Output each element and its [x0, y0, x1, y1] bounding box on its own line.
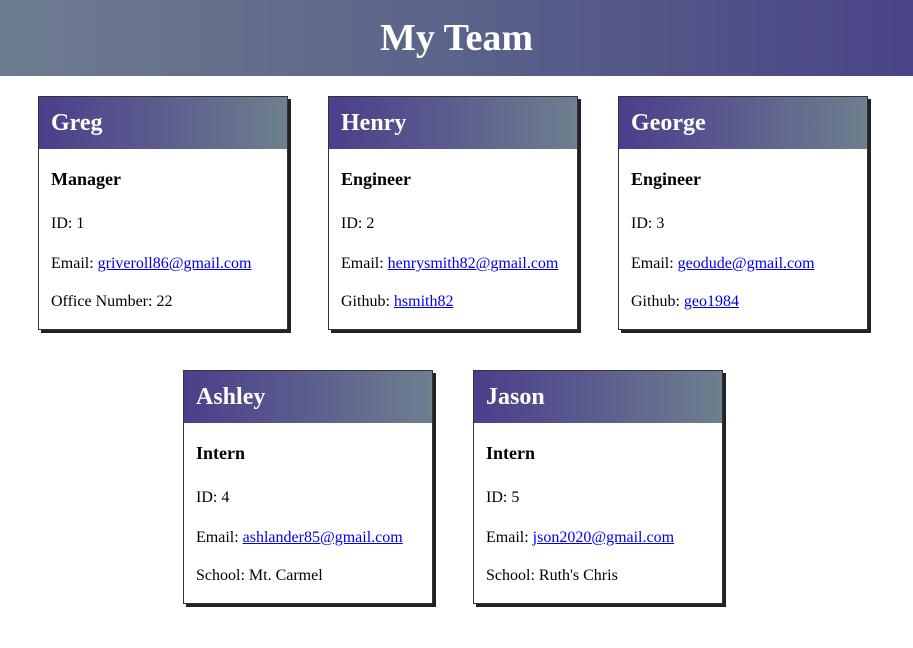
github-row: Github: geo1984	[631, 293, 739, 311]
card-header: Ashley	[184, 371, 432, 423]
employee-name: George	[631, 109, 706, 136]
employee-name: Greg	[51, 109, 103, 136]
email-link[interactable]: griveroll86@gmail.com	[98, 255, 252, 272]
page-header: My Team	[0, 0, 913, 76]
email-link[interactable]: geodude@gmail.com	[678, 255, 815, 272]
github-label: Github:	[341, 293, 390, 310]
email-label: Email:	[341, 255, 384, 272]
email-label: Email:	[486, 529, 529, 546]
school-label: School:	[486, 567, 535, 584]
employee-email-row: Email: geodude@gmail.com	[631, 255, 815, 273]
employee-id-row: ID: 1	[51, 215, 84, 233]
employee-name: Jason	[486, 383, 545, 410]
employee-name: Henry	[341, 109, 407, 136]
employee-card-jason: Jason Intern ID: 5 Email: json2020@gmail…	[473, 370, 723, 604]
employee-card-george: George Engineer ID: 3 Email: geodude@gma…	[618, 96, 868, 330]
id-value: 2	[366, 215, 375, 232]
email-link[interactable]: henrysmith82@gmail.com	[388, 255, 559, 272]
github-link[interactable]: hsmith82	[394, 293, 454, 310]
id-label: ID:	[486, 489, 508, 506]
employee-card-greg: Greg Manager ID: 1 Email: griveroll86@gm…	[38, 96, 288, 330]
id-value: 1	[76, 215, 85, 232]
employee-id-row: ID: 4	[196, 489, 229, 507]
card-header: Greg	[39, 97, 287, 149]
card-header: Henry	[329, 97, 577, 149]
id-label: ID:	[631, 215, 653, 232]
github-row: Github: hsmith82	[341, 293, 453, 311]
id-value: 4	[221, 489, 230, 506]
id-label: ID:	[196, 489, 218, 506]
email-label: Email:	[196, 529, 239, 546]
school-row: School: Ruth's Chris	[486, 567, 618, 585]
employee-role: Engineer	[631, 169, 701, 189]
employee-role: Intern	[196, 443, 245, 463]
card-header: George	[619, 97, 867, 149]
employee-email-row: Email: json2020@gmail.com	[486, 529, 674, 547]
employee-id-row: ID: 2	[341, 215, 374, 233]
school-value: Mt. Carmel	[248, 567, 323, 584]
employee-role: Intern	[486, 443, 535, 463]
email-label: Email:	[631, 255, 674, 272]
id-value: 5	[511, 489, 520, 506]
id-label: ID:	[51, 215, 73, 232]
id-value: 3	[656, 215, 665, 232]
employee-card-henry: Henry Engineer ID: 2 Email: henrysmith82…	[328, 96, 578, 330]
school-label: School:	[196, 567, 245, 584]
email-label: Email:	[51, 255, 94, 272]
employee-name: Ashley	[196, 383, 266, 410]
employee-id-row: ID: 5	[486, 489, 519, 507]
employee-email-row: Email: henrysmith82@gmail.com	[341, 255, 558, 273]
employee-email-row: Email: griveroll86@gmail.com	[51, 255, 251, 273]
employee-card-ashley: Ashley Intern ID: 4 Email: ashlander85@g…	[183, 370, 433, 604]
employee-role: Engineer	[341, 169, 411, 189]
employee-email-row: Email: ashlander85@gmail.com	[196, 529, 403, 547]
employee-role: Manager	[51, 169, 121, 189]
school-value: Ruth's Chris	[538, 567, 618, 584]
email-link[interactable]: ashlander85@gmail.com	[243, 529, 403, 546]
employee-id-row: ID: 3	[631, 215, 664, 233]
email-link[interactable]: json2020@gmail.com	[533, 529, 674, 546]
github-label: Github:	[631, 293, 680, 310]
github-link[interactable]: geo1984	[684, 293, 739, 310]
card-header: Jason	[474, 371, 722, 423]
office-number-value: 22	[156, 293, 173, 310]
office-number-row: Office Number: 22	[51, 293, 172, 311]
school-row: School: Mt. Carmel	[196, 567, 323, 585]
page-title: My Team	[379, 17, 534, 59]
id-label: ID:	[341, 215, 363, 232]
office-number-label: Office Number:	[51, 293, 153, 310]
